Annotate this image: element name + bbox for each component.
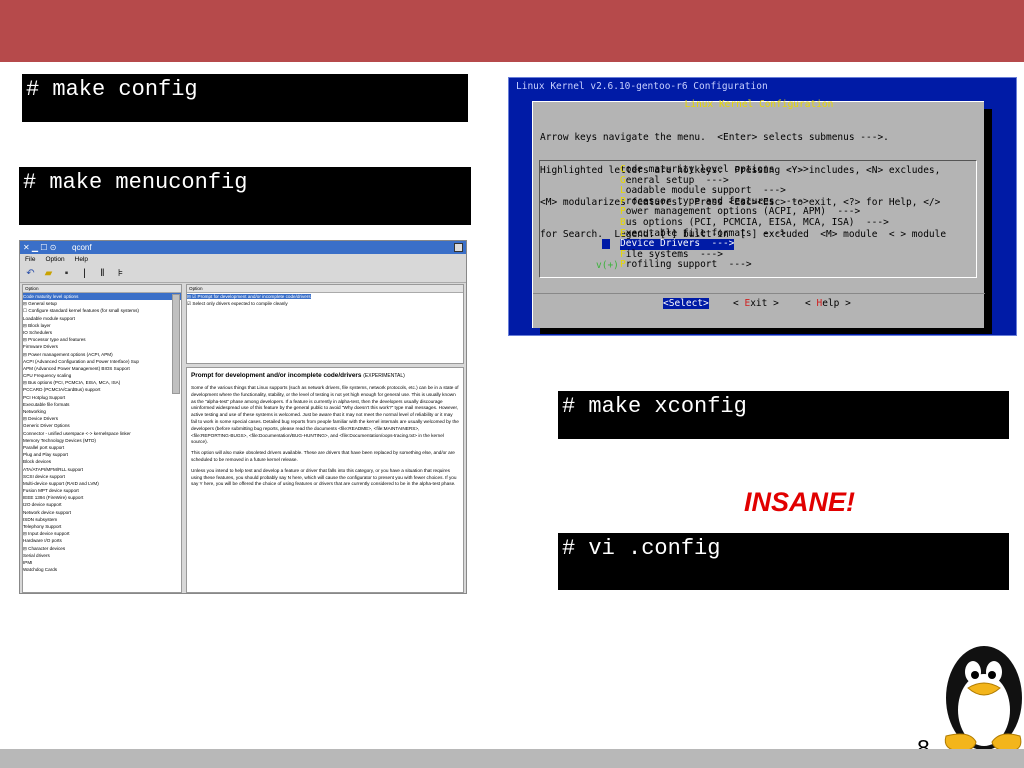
- command-make-menuconfig: # make menuconfig: [19, 167, 471, 225]
- tree-item[interactable]: Generic Driver Options: [23, 422, 181, 429]
- tree-item[interactable]: Parallel port support: [23, 444, 181, 451]
- tree-item[interactable]: Executable file formats: [23, 401, 181, 408]
- tree-item[interactable]: Watchdog Cards: [23, 566, 181, 573]
- tree-item[interactable]: Firmware Drivers: [23, 343, 181, 350]
- tree-item[interactable]: PCI Hotplug Support: [23, 394, 181, 401]
- dialog-shadow: [540, 328, 992, 334]
- tree-item[interactable]: Memory Technology Devices (MTD): [23, 437, 181, 444]
- tree-item[interactable]: PCCARD (PCMCIA/CardBus) support: [23, 386, 181, 393]
- tree-item[interactable]: Block devices: [23, 458, 181, 465]
- window-title: qconf: [72, 243, 92, 252]
- menu-file[interactable]: File: [25, 256, 35, 263]
- exit-button[interactable]: < Exit >: [733, 298, 779, 309]
- menu-option[interactable]: Option: [45, 256, 64, 263]
- toolbar: ↶ ▰ ▪ | ‖ ⊧: [20, 265, 466, 283]
- menu-list[interactable]: Code maturity level options ---> General …: [539, 160, 977, 278]
- tree-item[interactable]: Hardware I/O ports: [23, 537, 181, 544]
- dialog-title: Linux Kernel Configuration: [684, 99, 834, 110]
- xconfig-screenshot: ✕ ▁ ☐ ⊙ qconf File Option Help ↶ ▰ ▪ | ‖ ⊧ Opti…: [19, 240, 467, 594]
- close-icon[interactable]: [454, 243, 463, 252]
- tree-item[interactable]: ⊟ Bus options (PCI, PCMCIA, EISA, MCA, I…: [23, 379, 181, 386]
- tux-penguin-icon: [944, 646, 1022, 752]
- xconf-titlebar: ✕ ▁ ☐ ⊙ qconf: [20, 241, 466, 254]
- option-row[interactable]: ☑ Select only drivers expected to compil…: [187, 300, 463, 307]
- tree-item[interactable]: Network device support: [23, 509, 181, 516]
- menuconfig-screenshot: Linux Kernel v2.6.10-gentoo-r6 Configura…: [508, 77, 1017, 336]
- full-view-icon[interactable]: ⊧: [113, 265, 128, 283]
- menuconfig-dialog: Linux Kernel Configuration Arrow keys na…: [532, 99, 985, 328]
- tree-item[interactable]: Telephony Support: [23, 523, 181, 530]
- tree-item[interactable]: ⊟ Block layer: [23, 322, 181, 329]
- slide-header-bar: [0, 0, 1024, 62]
- command-make-xconfig: # make xconfig: [558, 391, 1009, 439]
- tree-item[interactable]: IO Schedulers: [23, 329, 181, 336]
- help-button[interactable]: < Help >: [805, 298, 851, 309]
- tree-item[interactable]: ATA/ATAPI/MFM/RLL support: [23, 466, 181, 473]
- menu-item[interactable]: Profiling support --->: [620, 260, 752, 271]
- window-buttons[interactable]: ✕ ▁ ☐ ⊙: [23, 241, 56, 254]
- command-vi-config: # vi .config: [558, 533, 1009, 590]
- tree-item[interactable]: Loadable module support: [23, 315, 181, 322]
- tree-item[interactable]: IPMI: [23, 559, 181, 566]
- help-paragraph: Unless you intend to help test and devel…: [191, 467, 457, 487]
- tree-item[interactable]: ⊟ Character devices: [23, 545, 181, 552]
- tree-item[interactable]: ⊟ Device Drivers: [23, 415, 181, 422]
- insane-annotation: INSANE!: [744, 487, 856, 517]
- menu-bar: File Option Help: [20, 254, 466, 265]
- option-tree-header: Option: [23, 285, 181, 293]
- menuconfig-window-title: Linux Kernel v2.6.10-gentoo-r6 Configura…: [516, 81, 768, 92]
- tree-scrollbar[interactable]: [172, 294, 180, 394]
- option-tree[interactable]: Option Code maturity level options ⊟ Gene…: [22, 284, 182, 593]
- help-paragraph: This option will also make obsoleted dri…: [191, 450, 455, 462]
- tree-item[interactable]: CPU Frequency scaling: [23, 372, 181, 379]
- help-title: Prompt for development and/or incomplete…: [191, 372, 405, 379]
- help-panel: Prompt for development and/or incomplete…: [186, 367, 464, 593]
- tree-item[interactable]: ISDN subsystem: [23, 516, 181, 523]
- tree-item[interactable]: I2O device support: [23, 501, 181, 508]
- tree-item[interactable]: ⊟ Processor type and features: [23, 336, 181, 343]
- save-icon[interactable]: ▪: [59, 265, 74, 283]
- slide-footer-bar: [0, 749, 1024, 768]
- tree-item[interactable]: Multi-device support (RAID and LVM): [23, 480, 181, 487]
- tree-item[interactable]: Connector - unified userspace <-> kernel…: [23, 430, 181, 437]
- tree-item[interactable]: SCSI device support: [23, 473, 181, 480]
- split-view-icon[interactable]: ‖: [95, 265, 110, 283]
- single-view-icon[interactable]: |: [77, 265, 92, 283]
- tree-item[interactable]: Fusion MPT device support: [23, 487, 181, 494]
- help-paragraph: Some of the various things that Linux su…: [191, 385, 459, 445]
- button-row: <Select> < Exit > < Help >: [533, 293, 985, 309]
- tree-item[interactable]: ⊟ Power management options (ACPI, APM): [23, 351, 181, 358]
- option-list[interactable]: Option ⊟ ☑ Prompt for development and/or…: [186, 284, 464, 364]
- option-list-header: Option: [187, 285, 463, 293]
- tree-item[interactable]: Plug and Play support: [23, 451, 181, 458]
- tree-item[interactable]: IEEE 1394 (FireWire) support: [23, 494, 181, 501]
- tree-item[interactable]: ACPI (Advanced Configuration and Power I…: [23, 358, 181, 365]
- back-icon[interactable]: ↶: [23, 265, 38, 283]
- tree-item[interactable]: ⊟ General setup: [23, 300, 181, 307]
- command-make-config: # make config: [22, 74, 468, 122]
- tree-item[interactable]: Code maturity level options: [23, 293, 181, 301]
- tree-item[interactable]: ⊟ Input device support: [23, 530, 181, 537]
- open-folder-icon[interactable]: ▰: [41, 265, 56, 283]
- dialog-shadow: [984, 109, 992, 334]
- select-button[interactable]: <Select>: [663, 298, 709, 309]
- tree-item[interactable]: Networking: [23, 408, 181, 415]
- option-row[interactable]: ⊟ ☑ Prompt for development and/or incomp…: [187, 293, 463, 300]
- tree-item[interactable]: ☐ Configure standard kernel features (fo…: [23, 307, 181, 314]
- cursor-block: [602, 239, 610, 250]
- scroll-indicator: v(+): [596, 260, 619, 272]
- tree-item[interactable]: Serial drivers: [23, 552, 181, 559]
- tree-item[interactable]: APM (Advanced Power Management) BIOS Sup…: [23, 365, 181, 372]
- menu-help[interactable]: Help: [75, 256, 88, 263]
